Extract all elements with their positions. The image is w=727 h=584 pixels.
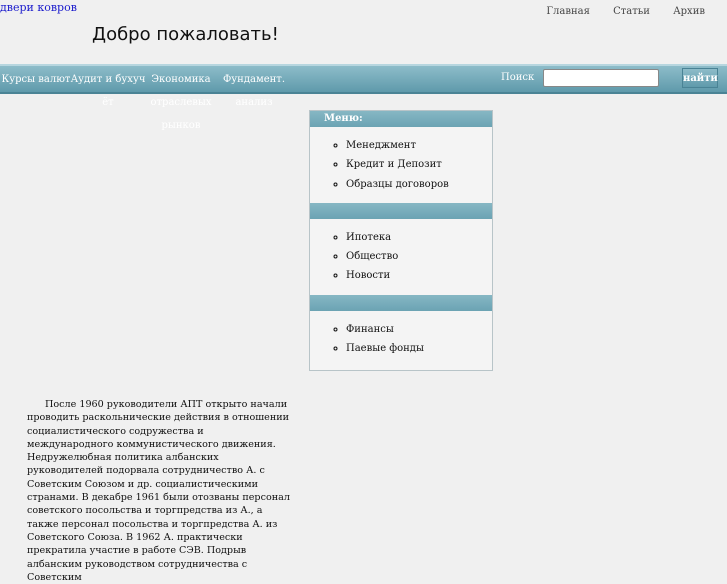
menu-item-credit[interactable]: Кредит и Депозит [346,155,492,174]
menu-item-funds[interactable]: Паевые фонды [346,339,492,358]
top-links: Главная Статьи Архив [526,6,705,17]
menu-group-2: Ипотека Общество Новости [310,219,492,295]
top-link-archive[interactable]: Архив [673,6,705,17]
logo-link[interactable]: двери ковров [0,1,77,14]
menu-group-3: Финансы Паевые фонды [310,311,492,368]
menu-item-society[interactable]: Общество [346,247,492,266]
menu-item-finance[interactable]: Финансы [346,320,492,339]
menu-item-contracts[interactable]: Образцы договоров [346,175,492,194]
nav-item-currency[interactable]: Курсы валют [0,68,77,91]
top-link-articles[interactable]: Статьи [613,6,650,17]
nav-item-audit[interactable]: Аудит и бухучёт [68,68,148,114]
search-button[interactable]: найти [682,68,718,88]
welcome-heading: Добро пожаловать! [92,24,279,45]
menu-item-management[interactable]: Менеджмент [346,136,492,155]
menu-divider [310,294,492,311]
nav-item-economics[interactable]: Экономика отраслевых рынков [140,68,222,137]
menu-title: Меню: [310,111,492,127]
article-text: После 1960 руководители АПТ открыто нача… [27,399,290,583]
top-link-home[interactable]: Главная [546,6,590,17]
menu-item-mortgage[interactable]: Ипотека [346,228,492,247]
search-input[interactable] [543,69,659,87]
menu-box: Меню: Менеджмент Кредит и Депозит Образц… [309,110,493,371]
menu-group-1: Менеджмент Кредит и Депозит Образцы дого… [310,127,492,203]
nav-item-fundamental[interactable]: Фундамент. анализ [212,68,296,114]
menu-item-news[interactable]: Новости [346,266,492,285]
search-label: Поиск [501,72,535,83]
menu-divider [310,202,492,219]
